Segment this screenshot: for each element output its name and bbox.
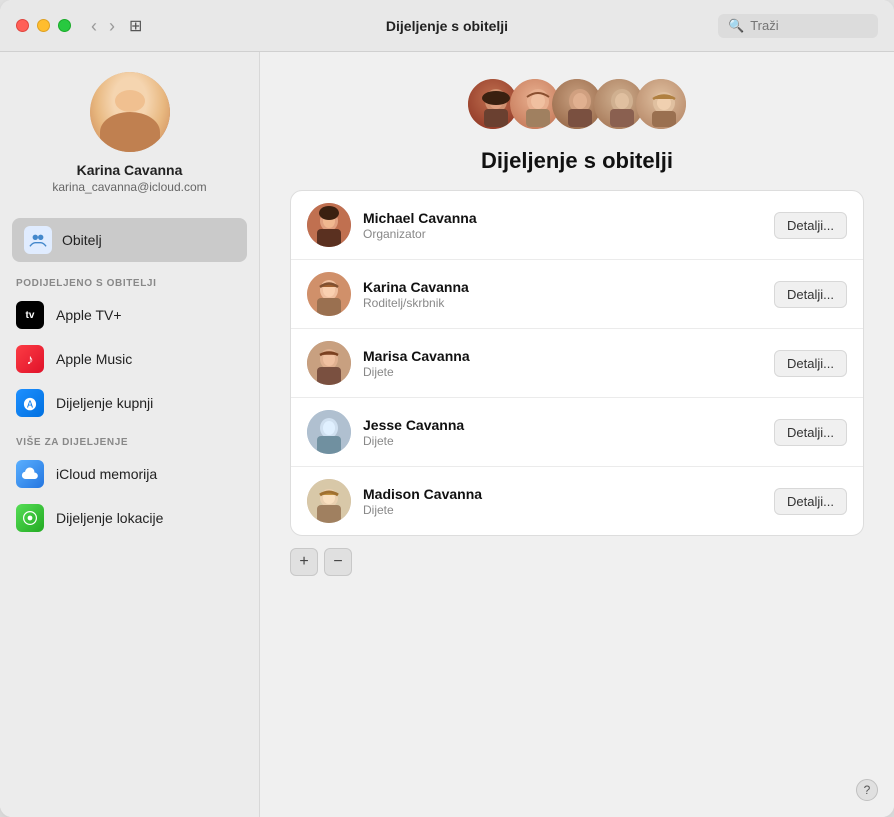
user-name: Karina Cavanna [77,162,183,178]
member-info-4: Jesse Cavanna Dijete [363,417,762,448]
search-input[interactable] [750,18,850,33]
member-info-2: Karina Cavanna Roditelj/skrbnik [363,279,762,310]
section2-label: VIŠE ZA DIJELJENJE [0,425,259,452]
purchases-label: Dijeljenje kupnji [56,395,153,411]
avatar-image [90,72,170,152]
member-info-3: Marisa Cavanna Dijete [363,348,762,379]
member-name-5: Madison Cavanna [363,486,762,502]
remove-member-button[interactable]: − [324,548,352,576]
section1-label: PODIJELJENO S OBITELJI [0,266,259,293]
main-window: ‹ › ⊞ Dijeljenje s obitelji 🔍 Karina Cav… [0,0,894,817]
member-role-3: Dijete [363,365,762,379]
help-button[interactable]: ? [856,779,878,801]
member-info-1: Michael Cavanna Organizator [363,210,762,241]
sidebar-item-appletv[interactable]: tv Apple TV+ [0,293,259,337]
member-role-2: Roditelj/skrbnik [363,296,762,310]
member-avatar-3 [307,341,351,385]
member-avatar-2 [307,272,351,316]
location-label: Dijeljenje lokacije [56,510,163,526]
family-avatars-row [465,76,689,132]
family-avatar-5 [633,76,689,132]
icloud-label: iCloud memorija [56,466,157,482]
avatar [90,72,170,152]
applemusic-icon: ♪ [16,345,44,373]
table-row: Jesse Cavanna Dijete Detalji... [291,398,863,467]
detalji-button-2[interactable]: Detalji... [774,281,847,308]
member-role-1: Organizator [363,227,762,241]
traffic-lights [16,19,71,32]
titlebar: ‹ › ⊞ Dijeljenje s obitelji 🔍 [0,0,894,52]
member-info-5: Madison Cavanna Dijete [363,486,762,517]
applemusic-label: Apple Music [56,351,132,367]
appletv-icon: tv [16,301,44,329]
member-name-4: Jesse Cavanna [363,417,762,433]
location-icon [16,504,44,532]
detalji-button-4[interactable]: Detalji... [774,419,847,446]
user-email: karina_cavanna@icloud.com [52,180,206,194]
main-title: Dijeljenje s obitelji [481,148,673,174]
minimize-button[interactable] [37,19,50,32]
purchases-icon: 🅐 [16,389,44,417]
sidebar: Karina Cavanna karina_cavanna@icloud.com… [0,52,260,817]
search-icon: 🔍 [728,18,744,34]
family-label: Obitelj [62,232,102,248]
maximize-button[interactable] [58,19,71,32]
content-area: Karina Cavanna karina_cavanna@icloud.com… [0,52,894,817]
search-box[interactable]: 🔍 [718,14,878,38]
icloud-icon [16,460,44,488]
user-profile: Karina Cavanna karina_cavanna@icloud.com [0,72,259,210]
member-avatar-1 [307,203,351,247]
appletv-label: Apple TV+ [56,307,122,323]
add-member-button[interactable]: + [290,548,318,576]
forward-button[interactable]: › [105,15,119,37]
bottom-actions: + − [290,548,352,576]
table-row: Karina Cavanna Roditelj/skrbnik Detalji.… [291,260,863,329]
member-avatar-5 [307,479,351,523]
table-row: Madison Cavanna Dijete Detalji... [291,467,863,535]
member-name-3: Marisa Cavanna [363,348,762,364]
close-button[interactable] [16,19,29,32]
member-role-4: Dijete [363,434,762,448]
detalji-button-1[interactable]: Detalji... [774,212,847,239]
family-icon [24,226,52,254]
member-role-5: Dijete [363,503,762,517]
table-row: Marisa Cavanna Dijete Detalji... [291,329,863,398]
member-name-1: Michael Cavanna [363,210,762,226]
detalji-button-3[interactable]: Detalji... [774,350,847,377]
member-name-2: Karina Cavanna [363,279,762,295]
main-panel: Dijeljenje s obitelji Michae [260,52,894,817]
members-list: Michael Cavanna Organizator Detalji... [290,190,864,536]
back-button[interactable]: ‹ [87,15,101,37]
table-row: Michael Cavanna Organizator Detalji... [291,191,863,260]
sidebar-item-icloud[interactable]: iCloud memorija [0,452,259,496]
detalji-button-5[interactable]: Detalji... [774,488,847,515]
sidebar-item-family[interactable]: Obitelj [12,218,247,262]
member-avatar-4 [307,410,351,454]
nav-buttons: ‹ › [87,15,119,37]
grid-icon[interactable]: ⊞ [129,16,142,36]
sidebar-item-applemusic[interactable]: ♪ Apple Music [0,337,259,381]
sidebar-item-purchases[interactable]: 🅐 Dijeljenje kupnji [0,381,259,425]
sidebar-item-location[interactable]: Dijeljenje lokacije [0,496,259,540]
window-title: Dijeljenje s obitelji [386,18,508,34]
